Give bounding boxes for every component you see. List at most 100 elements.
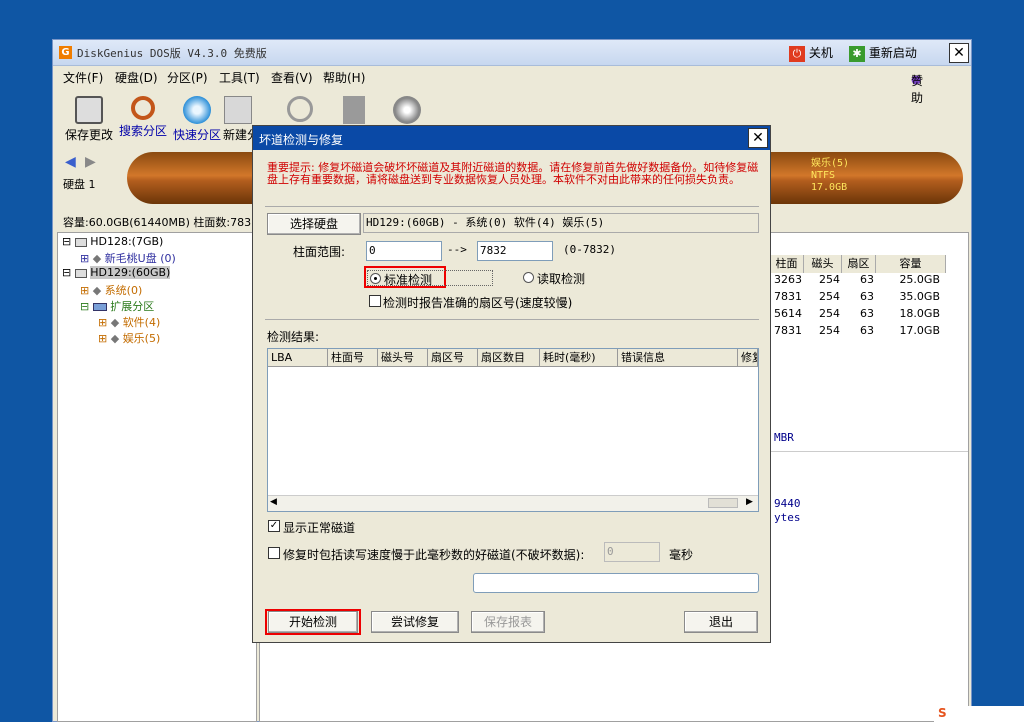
- cell: 63: [860, 290, 874, 303]
- range-to-input[interactable]: 7832: [477, 241, 553, 261]
- repair-slow-checkbox[interactable]: [268, 547, 280, 559]
- table-row[interactable]: 3263 254 63 25.0GB: [770, 273, 970, 289]
- cell: 254: [819, 290, 840, 303]
- repair-slow-label[interactable]: 修复时包括读写速度慢于此毫秒数的好磁道(不破坏数据):: [283, 546, 584, 563]
- col-sector-no[interactable]: 扇区号: [428, 349, 478, 367]
- range-from-input[interactable]: 0: [366, 241, 442, 261]
- tree-label: 娱乐(5): [122, 332, 161, 345]
- col-lba[interactable]: LBA: [268, 349, 328, 367]
- app-logo-icon: G: [59, 46, 72, 59]
- selected-disk-field: HD129:(60GB) - 系统(0) 软件(4) 娱乐(5): [363, 213, 759, 233]
- tree-label: HD128:(7GB): [90, 235, 164, 248]
- cell: 7831: [774, 324, 802, 337]
- table-row[interactable]: 5614 254 63 18.0GB: [770, 307, 970, 323]
- ime-toolbar[interactable]: S: [934, 706, 1024, 722]
- restart-button[interactable]: ✱ 重新启动: [849, 43, 917, 63]
- results-hscrollbar[interactable]: ◀ ▶: [268, 495, 758, 511]
- tree-label: 新毛桃U盘 (0): [104, 252, 176, 265]
- col-elapsed[interactable]: 耗时(毫秒): [540, 349, 618, 367]
- disk-tree: ⊟ HD128:(7GB) ⊞ ◆ 新毛桃U盘 (0) ⊟ HD129:(60G…: [57, 232, 257, 722]
- col-capacity[interactable]: 容量: [876, 255, 946, 273]
- report-sector-checkbox[interactable]: [369, 295, 381, 307]
- magnifier-icon: [131, 96, 155, 120]
- col-repair[interactable]: 修复: [738, 349, 758, 367]
- warning-text: 重要提示: 修复坏磁道会破坏坏磁道及其附近磁道的数据。请在修复前首先做好数据备份…: [267, 161, 759, 186]
- tree-node-hd129[interactable]: ⊟ HD129:(60GB): [62, 266, 171, 279]
- read-check-radio[interactable]: [523, 272, 534, 283]
- col-head-no[interactable]: 磁头号: [378, 349, 428, 367]
- tree-node-extended[interactable]: ⊟ 扩展分区: [80, 298, 154, 314]
- read-check-label[interactable]: 读取检测: [537, 270, 585, 287]
- menu-view[interactable]: 查看(V): [271, 69, 313, 86]
- col-error-info[interactable]: 错误信息: [618, 349, 738, 367]
- results-label: 检测结果:: [267, 330, 320, 344]
- results-table[interactable]: LBA 柱面号 磁头号 扇区号 扇区数目 耗时(毫秒) 错误信息 修复 ◀ ▶: [267, 348, 759, 512]
- tree-node-system[interactable]: ⊞ ◆ 系统(0): [80, 282, 142, 298]
- table-row[interactable]: 7831 254 63 35.0GB: [770, 290, 970, 306]
- save-changes-button[interactable]: 保存更改: [63, 92, 115, 146]
- report-sector-label[interactable]: 检测时报告准确的扇区号(速度较慢): [383, 294, 572, 311]
- start-check-button[interactable]: 开始检测: [268, 611, 358, 633]
- menu-partition[interactable]: 分区(P): [167, 69, 208, 86]
- show-normal-checkbox[interactable]: ✓: [268, 520, 280, 532]
- col-sector-count[interactable]: 扇区数目: [478, 349, 540, 367]
- menu-tools[interactable]: 工具(T): [219, 69, 260, 86]
- try-repair-button[interactable]: 尝试修复: [371, 611, 459, 633]
- partition-icon: ◆: [92, 252, 102, 265]
- partition-icon: ◆: [110, 316, 120, 329]
- scroll-left-icon[interactable]: ◀: [270, 497, 277, 507]
- trash-icon: [343, 96, 365, 124]
- select-disk-button[interactable]: 选择硬盘: [267, 213, 361, 235]
- new-partition-icon: [224, 96, 252, 124]
- standard-check-radio[interactable]: [370, 273, 381, 284]
- menu-help[interactable]: 帮助(H): [323, 69, 365, 86]
- tree-label: 软件(4): [122, 316, 161, 329]
- show-normal-label[interactable]: 显示正常磁道: [283, 519, 355, 536]
- partition-name: 娱乐(5): [811, 158, 850, 169]
- search-partition-button[interactable]: 搜索分区: [117, 92, 169, 146]
- save-report-button[interactable]: 保存报表: [471, 611, 545, 633]
- col-head[interactable]: 磁头: [804, 255, 842, 273]
- status-field: [473, 573, 759, 593]
- next-disk-button[interactable]: ▶: [85, 154, 96, 170]
- cell: 63: [860, 273, 874, 286]
- hdd-icon: [74, 237, 87, 247]
- table-row[interactable]: 7831 254 63 17.0GB: [770, 324, 970, 340]
- cell: 63: [860, 324, 874, 337]
- window-close-button[interactable]: ✕: [949, 43, 969, 63]
- menu-bar: 文件(F) 硬盘(D) 分区(P) 工具(T) 查看(V) 帮助(H) ● 赞助: [53, 66, 971, 105]
- col-cylinder-no[interactable]: 柱面号: [328, 349, 378, 367]
- scroll-right-icon[interactable]: ▶: [746, 497, 753, 507]
- standard-check-label: 标准检测: [384, 273, 433, 287]
- dialog-close-button[interactable]: ✕: [748, 128, 768, 148]
- info-fragment: ytes: [774, 511, 801, 524]
- prev-disk-button[interactable]: ◀: [65, 154, 76, 170]
- cell: 254: [819, 324, 840, 337]
- bad-sector-dialog: 坏道检测与修复 ✕ 重要提示: 修复坏磁道会破坏坏磁道及其附近磁道的数据。请在修…: [252, 125, 771, 643]
- col-sector[interactable]: 扇区: [842, 255, 876, 273]
- range-label: 柱面范围:: [293, 245, 346, 259]
- shutdown-button[interactable]: ⏻ 关机: [789, 43, 833, 63]
- tree-node-entertainment[interactable]: ⊞ ◆ 娱乐(5): [98, 330, 160, 346]
- format-icon: [287, 96, 313, 122]
- cell: 17.0GB: [899, 324, 940, 337]
- menu-file[interactable]: 文件(F): [63, 69, 103, 86]
- quick-partition-button[interactable]: 快速分区: [171, 92, 223, 146]
- scroll-thumb[interactable]: [708, 498, 738, 508]
- partition-table: 柱面 磁头 扇区 容量 3263 254 63 25.0GB 7831 254 …: [770, 255, 970, 355]
- repair-ms-input[interactable]: 0: [604, 542, 660, 562]
- new-partition-button[interactable]: 新建分: [223, 92, 253, 146]
- tree-node-software[interactable]: ⊞ ◆ 软件(4): [98, 314, 160, 330]
- standard-check-option[interactable]: 标准检测: [367, 270, 493, 287]
- tree-node-hd128[interactable]: ⊟ HD128:(7GB): [62, 235, 163, 248]
- partition-bar-label: 娱乐(5) NTFS 17.0GB: [811, 158, 849, 194]
- cell: 35.0GB: [899, 290, 940, 303]
- col-cylinder[interactable]: 柱面: [770, 255, 804, 273]
- tree-node-usb[interactable]: ⊞ ◆ 新毛桃U盘 (0): [80, 250, 176, 266]
- menu-disk[interactable]: 硬盘(D): [115, 69, 158, 86]
- cell: 254: [819, 273, 840, 286]
- backup-icon: [393, 96, 421, 124]
- range-hint: (0-7832): [563, 243, 616, 256]
- exit-button[interactable]: 退出: [684, 611, 758, 633]
- shutdown-label: 关机: [808, 46, 833, 60]
